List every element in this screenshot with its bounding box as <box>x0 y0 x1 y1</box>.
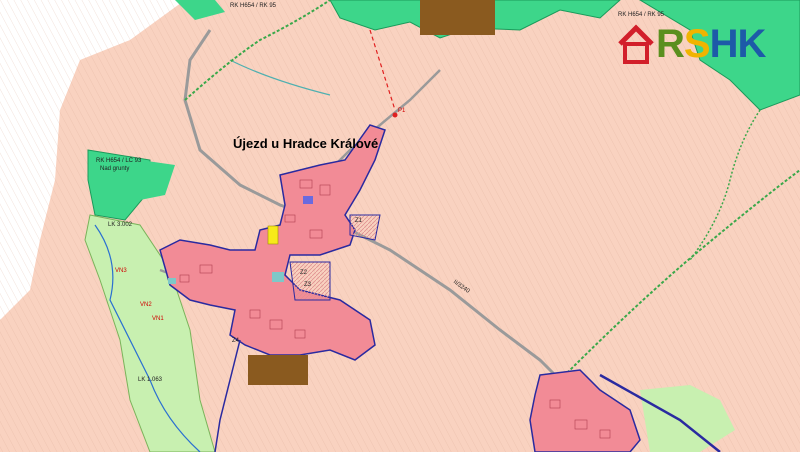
planned-point <box>392 112 398 118</box>
hatched-zone-1 <box>289 261 331 301</box>
lc-left-label: LK 3.002 <box>108 222 133 228</box>
zoning-map[interactable]: Újezd u Hradce Králové RK H654 / RK 95 R… <box>0 0 800 452</box>
plot-label-p1: P1 <box>398 108 406 114</box>
logo-letter-s: S <box>683 22 711 66</box>
rshk-logo[interactable]: RSHK <box>616 20 788 68</box>
water-plot-2 <box>168 278 176 284</box>
plot-label-z2: Z2 <box>300 270 308 276</box>
rk-left-sub-label: Nad grunty <box>100 166 130 172</box>
brown-area-top <box>420 0 495 35</box>
logo-letter-r: R <box>656 22 685 66</box>
plot-label-vn1: VN1 <box>152 316 164 322</box>
place-name-label: Újezd u Hradce Králové <box>233 136 379 151</box>
logo-letter-h: H <box>709 22 739 66</box>
plot-label-z4: Z4 <box>232 338 240 344</box>
plot-label-z1: Z1 <box>355 218 363 224</box>
lc-bottom-label: LK 1.063 <box>138 377 163 383</box>
rk-top-label: RK H654 / RK 95 <box>230 3 277 9</box>
plot-label-vn3: VN3 <box>115 268 127 274</box>
rk-top-right-label: RK H654 / RK 95 <box>618 12 665 18</box>
water-plot <box>272 272 284 282</box>
blue-plot <box>303 196 313 204</box>
house-icon <box>618 24 654 64</box>
plot-label-vn2: VN2 <box>140 302 152 308</box>
logo-letter-k: K <box>737 22 766 66</box>
logo-text: RSHK <box>656 22 766 67</box>
plot-label-z3: Z3 <box>304 282 312 288</box>
brown-area-village <box>248 355 308 385</box>
yellow-plot <box>267 225 279 245</box>
rk-left-label: RK H654 / LC 93 <box>96 158 142 164</box>
